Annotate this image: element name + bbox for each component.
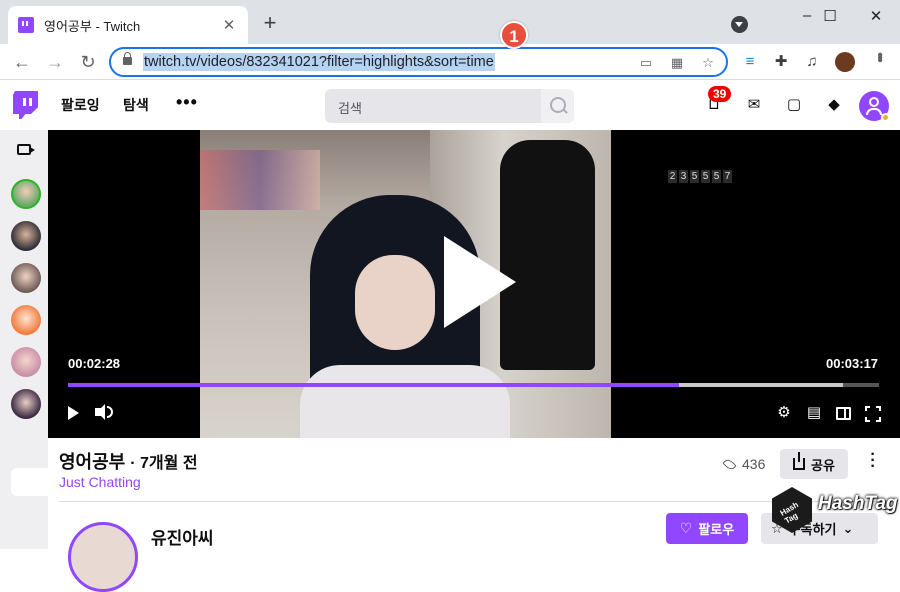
back-arrow-icon[interactable]: ← <box>10 50 34 74</box>
search-icon[interactable] <box>541 89 574 123</box>
tab-search-icon[interactable] <box>731 16 748 33</box>
clip-icon[interactable]: ▤ <box>804 403 824 423</box>
chrome-menu-icon[interactable]: ••• <box>870 52 888 60</box>
lock-icon[interactable] <box>123 52 132 65</box>
window-close-button[interactable]: ✕ <box>853 7 899 25</box>
browser-toolbar: ← → ↻ twitch.tv/videos/832341021?filter=… <box>0 44 900 80</box>
view-count-value: 436 <box>742 456 766 472</box>
whispers-mail-icon[interactable]: ✉ <box>745 96 763 114</box>
heart-icon: ♡ <box>679 520 693 536</box>
eye-icon <box>722 456 737 472</box>
search-input[interactable]: 검색 <box>325 89 541 123</box>
bookmark-star-icon[interactable]: ☆ <box>700 55 716 71</box>
hashtag-watermark: Hash Tag HashTag <box>772 483 900 543</box>
rail-channel-avatar[interactable] <box>11 389 41 419</box>
step-marker-badge: 1 <box>500 21 528 49</box>
address-bar[interactable]: twitch.tv/videos/832341021?filter=highli… <box>109 47 728 77</box>
rail-channel-avatar[interactable] <box>11 305 41 335</box>
video-player[interactable]: 23 55 57 00:02:28 00:03:17 ⚙ ▤ <box>48 130 900 438</box>
rail-channel-avatar[interactable] <box>11 263 41 293</box>
nav-following-link[interactable]: 팔로잉 <box>61 95 100 115</box>
big-play-icon[interactable] <box>444 236 516 328</box>
follow-button[interactable]: ♡ 팔로우 <box>666 513 748 544</box>
notification-count-badge: 39 <box>708 86 732 102</box>
chat-bubble-icon[interactable]: ▢ <box>785 96 803 114</box>
stream-overlay: 23 55 57 <box>658 170 768 183</box>
video-age: · 7개월 전 <box>130 455 198 472</box>
watermark-cube-logo: Hash Tag <box>772 487 812 533</box>
status-dot <box>881 113 890 122</box>
twitch-logo-icon[interactable] <box>13 91 38 119</box>
video-title: 영어공부 <box>59 452 126 472</box>
rail-channel-avatar[interactable] <box>11 221 41 251</box>
reload-icon[interactable]: ↻ <box>76 50 100 74</box>
filter-extension-icon[interactable]: ≡ <box>741 53 759 71</box>
url-text[interactable]: twitch.tv/videos/832341021?filter=highli… <box>143 53 495 71</box>
maximize-button[interactable]: ☐ <box>807 7 853 25</box>
search-placeholder: 검색 <box>338 101 362 116</box>
overlay-clock: 23 55 57 <box>668 170 732 183</box>
channel-name[interactable]: 유진아씨 <box>151 524 214 549</box>
profile-avatar[interactable] <box>835 52 855 72</box>
divider <box>59 501 889 502</box>
share-button[interactable]: 공유 <box>780 449 848 479</box>
rail-channel-avatar[interactable] <box>11 179 41 209</box>
watermark-text: HashTag <box>818 493 898 514</box>
seek-bar[interactable] <box>68 383 879 387</box>
tab-title: 영어공부 - Twitch <box>44 18 141 34</box>
video-frame <box>200 130 611 438</box>
followed-channels-camera-icon[interactable] <box>17 144 35 155</box>
video-title-row: 영어공부 · 7개월 전 <box>59 448 198 474</box>
rail-channel-avatar[interactable] <box>11 347 41 377</box>
channel-avatar[interactable] <box>68 522 138 592</box>
tab-close-icon[interactable]: ✕ <box>220 16 238 34</box>
nav-browse-link[interactable]: 탐색 <box>123 95 149 115</box>
new-tab-button[interactable]: + <box>258 12 282 34</box>
follow-label: 팔로우 <box>698 522 735 537</box>
extensions-puzzle-icon[interactable]: ✚ <box>772 53 790 71</box>
play-icon[interactable] <box>68 406 79 420</box>
theatre-mode-icon[interactable] <box>836 407 851 420</box>
forward-arrow-icon[interactable]: → <box>43 50 67 74</box>
cast-icon[interactable]: ▭ <box>638 55 654 71</box>
view-count: 436 <box>722 456 766 472</box>
share-icon <box>793 452 806 470</box>
share-label: 공유 <box>811 457 835 473</box>
time-total: 00:03:17 <box>826 356 879 371</box>
volume-icon[interactable] <box>95 404 113 420</box>
rail-collapse-tab[interactable] <box>11 468 48 496</box>
settings-gear-icon[interactable]: ⚙ <box>774 403 794 423</box>
seek-progress <box>68 383 679 387</box>
qr-code-icon[interactable]: ▦ <box>669 55 685 71</box>
browser-tabstrip: 영어공부 - Twitch ✕ + – ☐ ✕ <box>0 0 900 44</box>
twitch-top-nav: 팔로잉 탐색 ••• 검색 ⊔ 39 ✉ ▢ ◆ <box>0 81 900 130</box>
twitch-favicon-icon <box>18 17 34 33</box>
more-options-icon[interactable]: · · · <box>868 447 878 475</box>
category-link[interactable]: Just Chatting <box>59 474 141 490</box>
time-current: 00:02:28 <box>68 356 121 371</box>
browser-tab[interactable]: 영어공부 - Twitch ✕ <box>8 6 248 44</box>
bits-gem-icon[interactable]: ◆ <box>825 96 843 114</box>
nav-more-icon[interactable]: ••• <box>176 92 198 113</box>
fullscreen-icon[interactable] <box>865 406 881 422</box>
media-queue-icon[interactable]: ♫ <box>803 53 821 71</box>
followed-channels-rail <box>0 130 48 549</box>
